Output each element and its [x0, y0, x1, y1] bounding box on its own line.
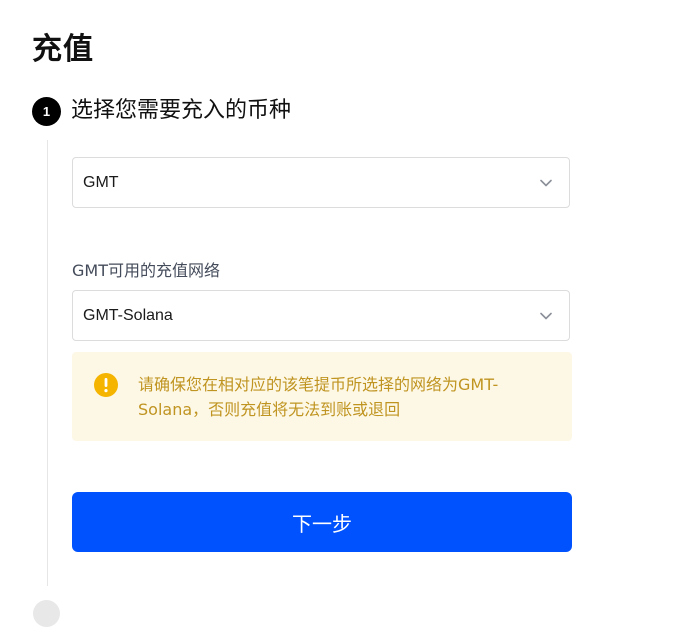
chevron-down-icon: [539, 309, 553, 323]
coin-select-value: GMT: [83, 173, 119, 191]
warning-icon: [94, 373, 118, 397]
next-step-button[interactable]: 下一步: [72, 492, 572, 552]
step-title: 选择您需要充入的币种: [71, 98, 292, 123]
page-title: 充值: [32, 32, 94, 67]
step-number-badge: 1: [32, 96, 61, 126]
chevron-down-icon: [539, 176, 553, 190]
network-select-value: GMT-Solana: [83, 306, 173, 324]
coin-select[interactable]: GMT: [72, 157, 570, 208]
network-select[interactable]: GMT-Solana: [72, 290, 570, 341]
network-warning-box: 请确保您在相对应的该笔提币所选择的网络为GMT-Solana，否则充值将无法到账…: [72, 352, 572, 441]
warning-text: 请确保您在相对应的该笔提币所选择的网络为GMT-Solana，否则充值将无法到账…: [138, 375, 499, 419]
network-label: GMT可用的充值网络: [72, 261, 220, 280]
step-1-header: 1 选择您需要充入的币种: [32, 96, 291, 126]
step-2-badge: [33, 600, 60, 627]
step-connector-line: [47, 140, 48, 586]
